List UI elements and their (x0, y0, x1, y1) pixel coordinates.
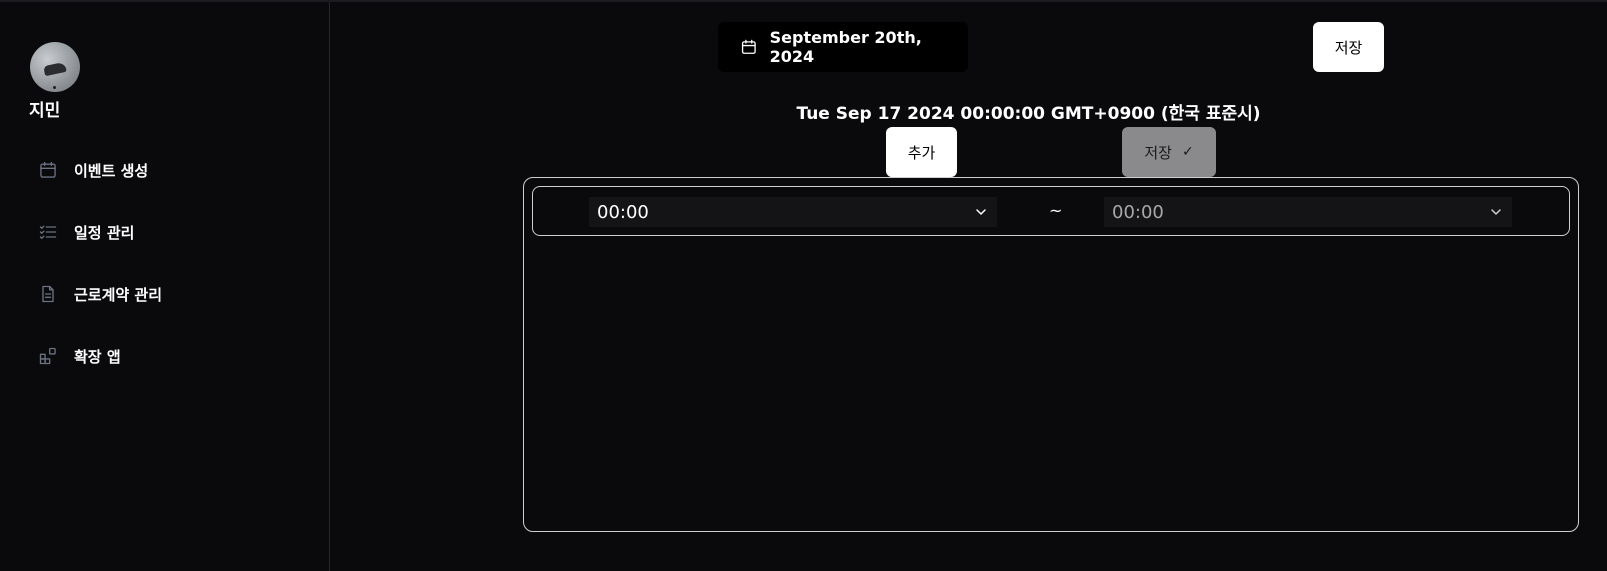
chevron-down-icon (976, 209, 986, 215)
avatar[interactable] (30, 42, 80, 92)
sidebar-item-apps[interactable]: 확장 앱 (38, 345, 162, 367)
sidebar-item-contract[interactable]: 근로계약 관리 (38, 283, 162, 305)
sidebar-item-create-event[interactable]: 이벤트 생성 (38, 159, 162, 181)
check-icon: ✓ (1181, 144, 1194, 160)
end-time-value: 00:00 (1112, 201, 1164, 223)
selected-date-text: Tue Sep 17 2024 00:00:00 GMT+0900 (한국 표준… (0, 99, 1607, 124)
save-confirm-button[interactable]: 저장 ✓ (1122, 127, 1216, 177)
save-confirm-label: 저장 (1144, 143, 1172, 162)
calendar-icon (741, 39, 756, 54)
sidebar: 지민 이벤트 생성 일정 관리 근로계약 관리 확장 앱 (0, 2, 330, 571)
time-slot-panel: 00:00 ~ 00:00 (523, 177, 1579, 532)
avatar-figure (43, 61, 67, 77)
time-slot-row: 00:00 ~ 00:00 (532, 186, 1570, 236)
calendar-icon (38, 160, 58, 180)
time-separator: ~ (1049, 201, 1063, 220)
save-button[interactable]: 저장 (1313, 22, 1384, 72)
date-picker-label: September 20th, 2024 (769, 28, 922, 66)
date-picker-button[interactable]: September 20th, 2024 (718, 22, 968, 72)
chevron-down-icon (1491, 209, 1501, 215)
date-string: Tue Sep 17 2024 00:00:00 GMT+0900 (한국 표준… (796, 104, 1261, 124)
document-icon (38, 284, 58, 304)
avatar-dot (53, 86, 56, 89)
end-time-select[interactable]: 00:00 (1104, 197, 1512, 227)
sidebar-nav: 이벤트 생성 일정 관리 근로계약 관리 확장 앱 (38, 159, 162, 407)
sidebar-item-schedule[interactable]: 일정 관리 (38, 221, 162, 243)
start-time-value: 00:00 (597, 201, 649, 223)
start-time-select[interactable]: 00:00 (589, 197, 997, 227)
sidebar-item-label: 이벤트 생성 (74, 161, 149, 180)
apps-icon (38, 346, 58, 366)
checklist-icon (38, 222, 58, 242)
add-button[interactable]: 추가 (886, 127, 957, 177)
sidebar-item-label: 근로계약 관리 (74, 285, 163, 304)
sidebar-item-label: 확장 앱 (74, 347, 121, 366)
sidebar-item-label: 일정 관리 (74, 223, 135, 242)
